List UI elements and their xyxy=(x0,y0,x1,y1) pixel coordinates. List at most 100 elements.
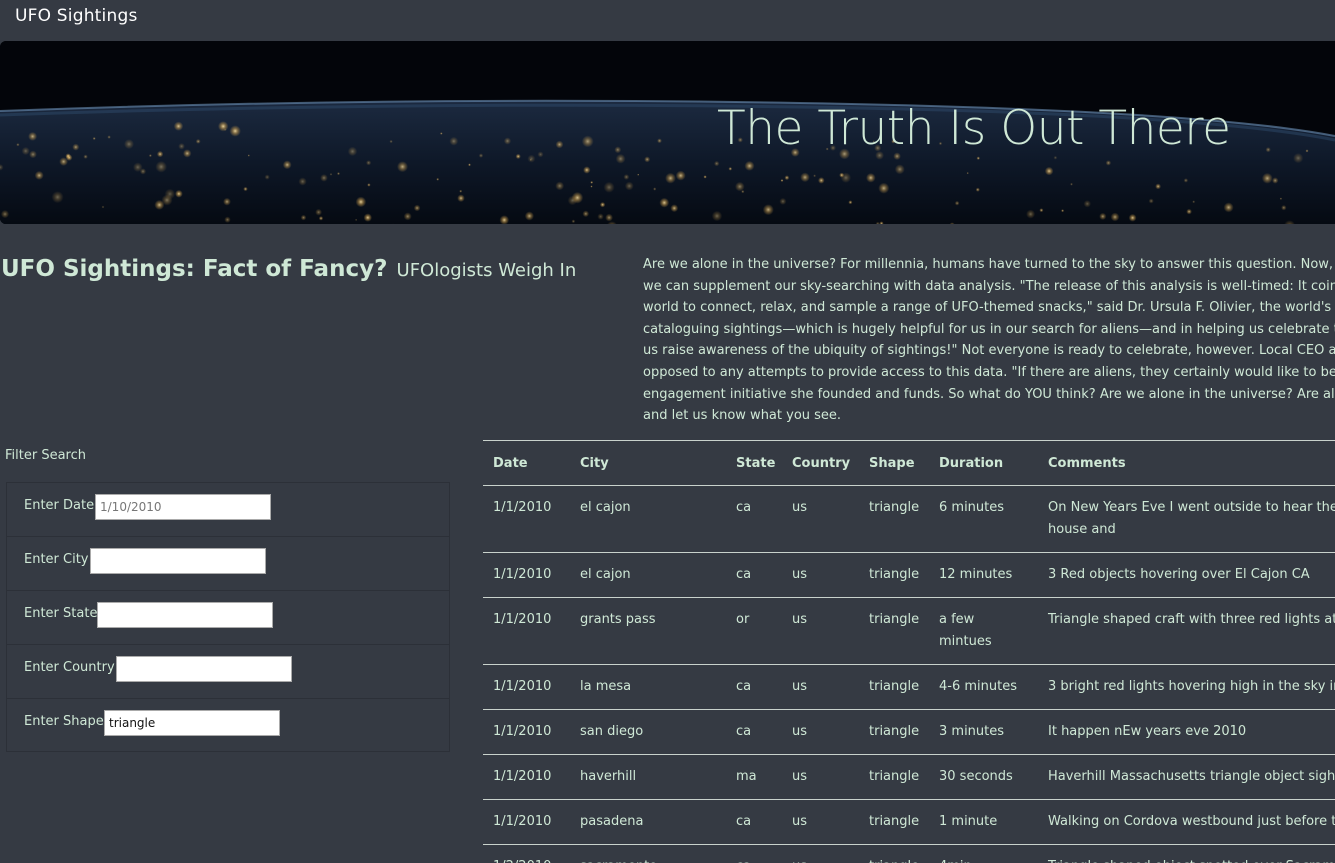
page-heading: UFO Sightings: Fact of Fancy? UFOlogists… xyxy=(1,256,576,282)
table-row: 1/1/2010el cajoncaustriangle6 minutesOn … xyxy=(483,486,1335,553)
cell-comments: Triangle shaped craft with three red lig… xyxy=(1038,598,1335,665)
article-line: world to connect, relax, and sample a ra… xyxy=(643,297,1335,319)
city-input[interactable] xyxy=(90,548,266,574)
date-label: Enter Date xyxy=(24,498,94,513)
cell-city: sacramento xyxy=(570,845,726,863)
table-row: 1/1/2010haverhillmaustriangle30 secondsH… xyxy=(483,755,1335,800)
cell-comments: Haverhill Massachusetts triangle object … xyxy=(1038,755,1335,800)
table-row: 1/1/2010grants passorustrianglea few min… xyxy=(483,598,1335,665)
cell-comments: It happen nEw years eve 2010 xyxy=(1038,710,1335,755)
cell-date: 1/1/2010 xyxy=(483,598,570,665)
cell-country: us xyxy=(782,710,859,755)
sightings-table-container: DateCityStateCountryShapeDurationComment… xyxy=(483,440,1335,863)
cell-state: ca xyxy=(726,800,782,845)
cell-city: grants pass xyxy=(570,598,726,665)
cell-duration: 4-6 minutes xyxy=(929,665,1038,710)
cell-duration: 1 minute xyxy=(929,800,1038,845)
filter-panel: Enter Date Enter City Enter State Enter … xyxy=(6,482,450,752)
cell-state: ca xyxy=(726,710,782,755)
cell-date: 1/1/2010 xyxy=(483,665,570,710)
article-line: cataloguing sightings—which is hugely he… xyxy=(643,319,1335,341)
cell-city: el cajon xyxy=(570,553,726,598)
cell-date: 1/1/2010 xyxy=(483,553,570,598)
cell-shape: triangle xyxy=(859,845,929,863)
hero-title: The Truth Is Out There xyxy=(717,101,1230,156)
date-input[interactable] xyxy=(95,494,271,520)
table-row: 1/1/2010san diegocaustriangle3 minutesIt… xyxy=(483,710,1335,755)
cell-date: 1/1/2010 xyxy=(483,755,570,800)
brand-link[interactable]: UFO Sightings xyxy=(15,6,138,26)
cell-comments: Walking on Cordova westbound just before… xyxy=(1038,800,1335,845)
cell-shape: triangle xyxy=(859,755,929,800)
country-input[interactable] xyxy=(116,656,292,682)
cell-duration: 12 minutes xyxy=(929,553,1038,598)
cell-state: ca xyxy=(726,845,782,863)
cell-state: ma xyxy=(726,755,782,800)
cell-country: us xyxy=(782,755,859,800)
shape-label: Enter Shape xyxy=(24,714,104,729)
article-line: opposed to any attempts to provide acces… xyxy=(643,362,1335,384)
cell-date: 1/2/2010 xyxy=(483,845,570,863)
cell-shape: triangle xyxy=(859,553,929,598)
cell-date: 1/1/2010 xyxy=(483,800,570,845)
table-body: 1/1/2010el cajoncaustriangle6 minutesOn … xyxy=(483,486,1335,863)
column-header-state: State xyxy=(726,441,782,486)
cell-shape: triangle xyxy=(859,598,929,665)
cell-duration: 30 seconds xyxy=(929,755,1038,800)
cell-comments: 3 Red objects hovering over El Cajon CA xyxy=(1038,553,1335,598)
filter-row-state: Enter State xyxy=(7,591,449,645)
column-header-country: Country xyxy=(782,441,859,486)
cell-duration: 6 minutes xyxy=(929,486,1038,553)
article-text: Are we alone in the universe? For millen… xyxy=(643,254,1335,426)
navbar: UFO Sightings xyxy=(0,0,1335,41)
cell-state: or xyxy=(726,598,782,665)
city-label: Enter City xyxy=(24,552,89,567)
cell-country: us xyxy=(782,486,859,553)
country-label: Enter Country xyxy=(24,660,115,675)
hero-banner: The Truth Is Out There xyxy=(0,41,1335,224)
filter-row-city: Enter City xyxy=(7,537,449,591)
column-header-duration: Duration xyxy=(929,441,1038,486)
table-row: 1/1/2010el cajoncaustriangle12 minutes3 … xyxy=(483,553,1335,598)
cell-country: us xyxy=(782,553,859,598)
cell-city: san diego xyxy=(570,710,726,755)
article-line: us raise awareness of the ubiquity of si… xyxy=(643,340,1335,362)
cell-date: 1/1/2010 xyxy=(483,486,570,553)
heading-main: UFO Sightings: Fact of Fancy? xyxy=(1,256,387,282)
cell-shape: triangle xyxy=(859,710,929,755)
cell-city: haverhill xyxy=(570,755,726,800)
table-row: 1/1/2010pasadenacaustriangle1 minuteWalk… xyxy=(483,800,1335,845)
filter-row-country: Enter Country xyxy=(7,645,449,699)
cell-duration: a few mintues xyxy=(929,598,1038,665)
column-header-comments: Comments xyxy=(1038,441,1335,486)
cell-city: pasadena xyxy=(570,800,726,845)
shape-input[interactable] xyxy=(104,710,280,736)
cell-country: us xyxy=(782,598,859,665)
cell-shape: triangle xyxy=(859,800,929,845)
heading-subtitle: UFOlogists Weigh In xyxy=(397,260,577,281)
cell-country: us xyxy=(782,845,859,863)
cell-state: ca xyxy=(726,553,782,598)
cell-comments: 3 bright red lights hovering high in the… xyxy=(1038,665,1335,710)
column-header-date: Date xyxy=(483,441,570,486)
state-input[interactable] xyxy=(97,602,273,628)
state-label: Enter State xyxy=(24,606,97,621)
filter-row-date: Enter Date xyxy=(7,483,449,537)
filter-search-title: Filter Search xyxy=(5,448,86,463)
article-line: Are we alone in the universe? For millen… xyxy=(643,254,1335,276)
cell-comments: On New Years Eve I went outside to hear … xyxy=(1038,486,1335,553)
cell-country: us xyxy=(782,800,859,845)
cell-state: ca xyxy=(726,665,782,710)
cell-shape: triangle xyxy=(859,665,929,710)
cell-duration: 4min xyxy=(929,845,1038,863)
column-header-shape: Shape xyxy=(859,441,929,486)
table-row: 1/1/2010la mesacaustriangle4-6 minutes3 … xyxy=(483,665,1335,710)
cell-country: us xyxy=(782,665,859,710)
article-line: engagement initiative she founded and fu… xyxy=(643,384,1335,406)
table-row: 1/2/2010sacramentocaustriangle4minTriang… xyxy=(483,845,1335,863)
column-header-city: City xyxy=(570,441,726,486)
article-line: and let us know what you see. xyxy=(643,405,1335,426)
cell-city: el cajon xyxy=(570,486,726,553)
cell-date: 1/1/2010 xyxy=(483,710,570,755)
filter-row-shape: Enter Shape xyxy=(7,699,449,753)
